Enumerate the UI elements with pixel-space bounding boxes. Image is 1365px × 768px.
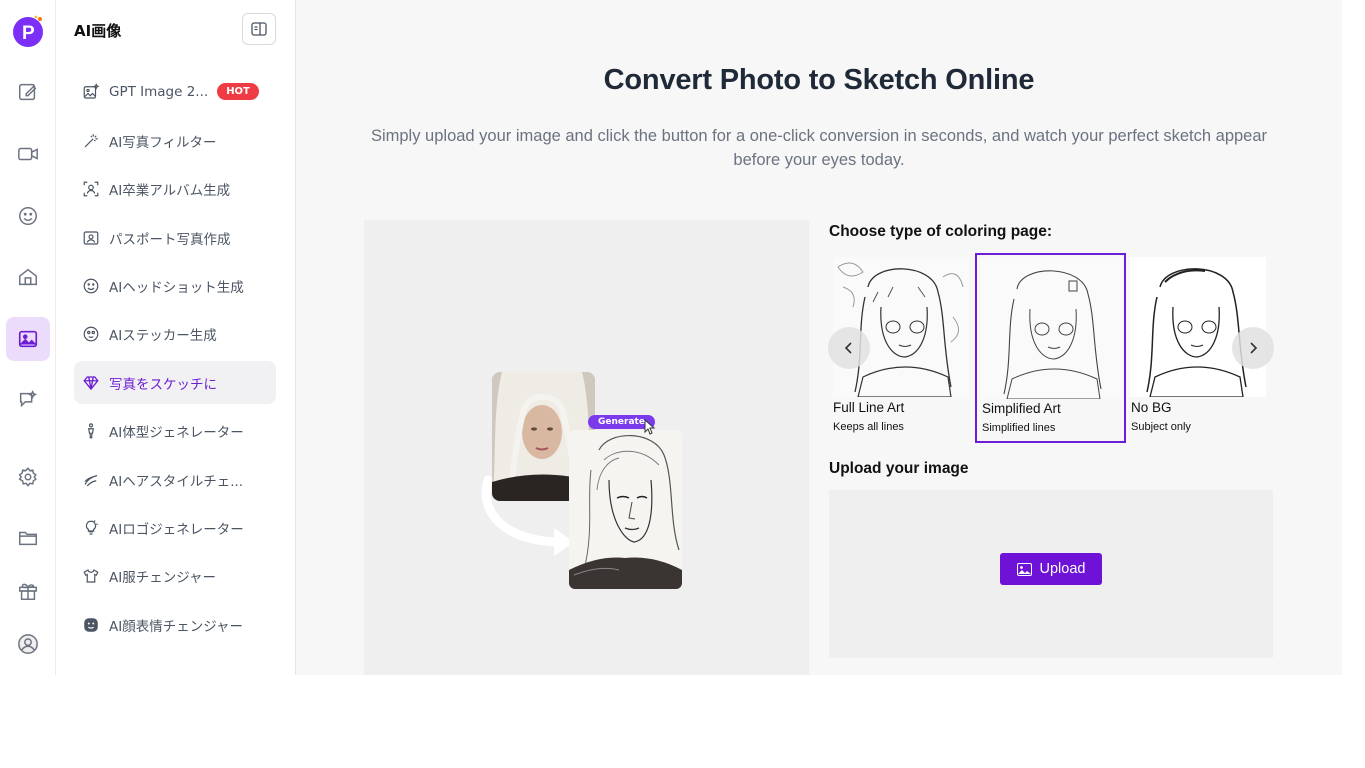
- icon-rail: P: [0, 0, 56, 675]
- choose-type-heading: Choose type of coloring page:: [829, 223, 1053, 240]
- smile-icon[interactable]: [6, 194, 50, 238]
- sidebar-item-body-generator[interactable]: AI体型ジェネレーター: [74, 409, 276, 452]
- home-icon[interactable]: [6, 255, 50, 299]
- user-icon[interactable]: [6, 622, 50, 666]
- upload-heading: Upload your image: [829, 460, 969, 477]
- style-desc: Keeps all lines: [833, 421, 904, 433]
- sticker-icon: [82, 325, 100, 343]
- preview-panel: Generate: [364, 220, 809, 675]
- upload-button[interactable]: Upload: [1000, 553, 1102, 585]
- folder-icon[interactable]: [6, 516, 50, 560]
- sidebar-item-gpt-image[interactable]: GPT Image 2... HOT: [74, 70, 276, 113]
- magic-wand-icon: [82, 132, 100, 150]
- page-subtitle: Simply upload your image and click the b…: [370, 127, 1268, 169]
- sidebar-item-sticker[interactable]: AIステッカー生成: [74, 312, 276, 355]
- hair-icon: [82, 471, 100, 489]
- sidebar-item-logo-generator[interactable]: AIロゴジェネレーター: [74, 506, 276, 549]
- sidebar-item-hairstyle[interactable]: AIヘアスタイルチェ...: [74, 458, 276, 501]
- edit-icon[interactable]: [6, 70, 50, 114]
- sidebar-item-passport-photo[interactable]: パスポート写真作成: [74, 216, 276, 259]
- sidebar-item-label: GPT Image 2...: [109, 83, 209, 100]
- body-icon: [82, 422, 100, 440]
- image-sparkle-icon: [82, 82, 100, 101]
- sidebar-item-label: パスポート写真作成: [109, 231, 231, 248]
- sidebar-toggle-icon: [251, 22, 267, 36]
- sidebar-item-label: 写真をスケッチに: [109, 376, 217, 393]
- sidebar-item-label: AI顔表情チェンジャー: [109, 618, 244, 635]
- id-card-icon: [82, 229, 100, 247]
- nav-title: AI画像: [74, 22, 122, 40]
- sidebar-item-clothes-changer[interactable]: AI服チェンジャー: [74, 554, 276, 597]
- carousel-prev-button[interactable]: [828, 327, 870, 369]
- simplified-art-thumbnail: [981, 259, 1122, 399]
- sidebar-item-photo-to-sketch[interactable]: 写真をスケッチに: [74, 361, 276, 404]
- sidebar-item-label: AIヘッドショット生成: [109, 279, 244, 296]
- face-icon: [82, 616, 100, 634]
- style-name: Full Line Art: [833, 400, 905, 415]
- sidebar-item-label: AIステッカー生成: [109, 327, 217, 344]
- sketch-photo: [569, 430, 682, 589]
- side-nav: AI画像 GPT Image 2... HOT AI写真フィルター AI卒業アル…: [56, 0, 296, 675]
- portrait-icon: [82, 180, 100, 198]
- chevron-left-icon: [844, 342, 852, 354]
- style-desc: Simplified lines: [982, 422, 1056, 434]
- svg-text:P: P: [22, 23, 35, 44]
- chevron-right-icon: [1250, 342, 1258, 354]
- diamond-icon: [82, 374, 100, 392]
- chat-icon[interactable]: [6, 378, 50, 422]
- sidebar-item-label: AIロゴジェネレーター: [109, 521, 244, 538]
- sidebar-item-label: AI写真フィルター: [109, 134, 217, 151]
- cursor-icon: [644, 418, 656, 435]
- image-icon[interactable]: [6, 317, 50, 361]
- gear-icon[interactable]: [6, 455, 50, 499]
- image-icon: [1016, 562, 1032, 576]
- sidebar-item-label: AIヘアスタイルチェ...: [109, 473, 244, 490]
- gift-icon[interactable]: [6, 569, 50, 613]
- sidebar-item-photo-filter[interactable]: AI写真フィルター: [74, 119, 276, 162]
- page-title: Convert Photo to Sketch Online: [603, 64, 1035, 96]
- upload-label: Upload: [1039, 561, 1086, 577]
- smile-icon: [82, 277, 100, 295]
- collapse-sidebar-button[interactable]: [242, 13, 276, 45]
- style-desc: Subject only: [1131, 421, 1191, 433]
- style-card-simplified-art[interactable]: Simplified Art Simplified lines: [975, 253, 1126, 443]
- sidebar-item-face-expression[interactable]: AI顔表情チェンジャー: [74, 603, 276, 646]
- sidebar-item-label: AI体型ジェネレーター: [109, 424, 244, 441]
- shirt-icon: [82, 567, 100, 585]
- sidebar-item-label: AI服チェンジャー: [109, 569, 217, 586]
- upload-dropzone[interactable]: Upload: [829, 490, 1273, 658]
- no-bg-thumbnail: [1130, 257, 1266, 397]
- logo-icon[interactable]: P: [11, 14, 45, 48]
- sidebar-item-label: AI卒業アルバム生成: [109, 182, 231, 199]
- lightbulb-icon: [82, 519, 100, 537]
- hot-badge: HOT: [217, 83, 259, 100]
- video-icon[interactable]: [6, 132, 50, 176]
- style-name: No BG: [1131, 400, 1172, 415]
- style-name: Simplified Art: [982, 401, 1061, 416]
- sidebar-item-headshot[interactable]: AIヘッドショット生成: [74, 264, 276, 307]
- app-frame: P AI画像 GPT Image 2... HOT AI写真フィルター AI卒業…: [0, 0, 1342, 675]
- carousel-next-button[interactable]: [1232, 327, 1274, 369]
- sidebar-item-graduation-album[interactable]: AI卒業アルバム生成: [74, 167, 276, 210]
